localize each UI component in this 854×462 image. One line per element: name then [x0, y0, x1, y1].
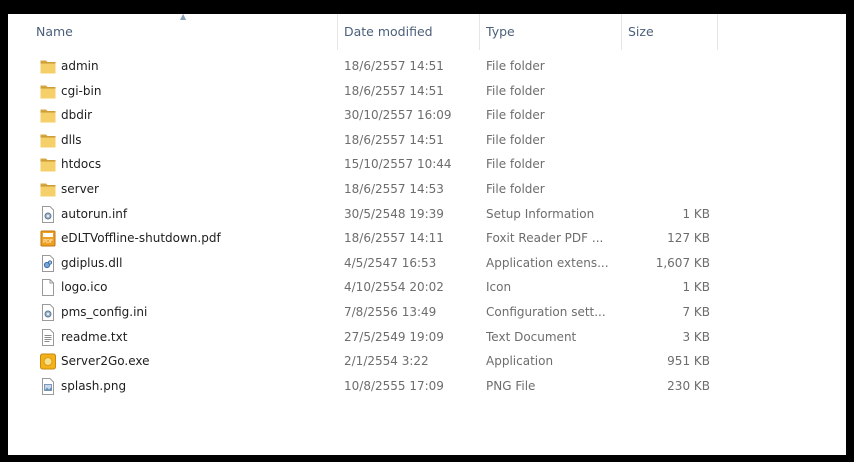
file-name: splash.png [61, 378, 127, 393]
column-header-size[interactable]: Size [622, 14, 718, 50]
svg-text:PDF: PDF [43, 239, 53, 245]
file-row[interactable]: cgi-bin 18/6/2557 14:51 File folder [30, 79, 720, 104]
folder-icon [40, 132, 56, 149]
file-row[interactable]: splash.png 10/8/2555 17:09 PNG File 230 KB [30, 374, 720, 399]
column-header-row: Name ▲ Date modified Type Size [8, 14, 846, 50]
file-date-modified: 15/10/2557 10:44 [344, 157, 452, 172]
pdf-file-icon: PDF [40, 230, 56, 247]
file-row[interactable]: logo.ico 4/10/2554 20:02 Icon 1 KB [30, 275, 720, 300]
file-name: cgi-bin [61, 83, 102, 98]
settings-file-icon [40, 304, 56, 321]
folder-icon [40, 107, 56, 124]
file-date-modified: 27/5/2549 19:09 [344, 329, 444, 344]
file-row[interactable]: admin 18/6/2557 14:51 File folder [30, 54, 720, 79]
file-size: 3 KB [682, 329, 710, 344]
file-date-modified: 18/6/2557 14:11 [344, 231, 444, 246]
settings-file-icon [40, 205, 56, 223]
file-date-modified: 18/6/2557 14:51 [344, 59, 444, 73]
file-explorer-window: Name ▲ Date modified Type Size admin 18/6… [8, 14, 846, 455]
file-date-modified: 18/6/2557 14:51 [344, 83, 444, 98]
file-type: Application extens... [486, 255, 609, 270]
file-size [628, 152, 710, 177]
file-row[interactable]: autorun.inf 30/5/2548 19:39 Setup Informat… [30, 202, 720, 227]
file-name: server [61, 182, 99, 196]
file-type: PNG File [486, 378, 536, 393]
file-name: dbdir [61, 108, 93, 123]
file-date-modified: 10/8/2555 17:09 [344, 378, 444, 393]
file-size [628, 79, 710, 104]
column-header-type[interactable]: Type [480, 14, 622, 50]
file-date-modified: 18/6/2557 14:51 [344, 132, 444, 147]
file-date-modified: 7/8/2556 13:49 [344, 305, 437, 319]
file-date-modified: 18/6/2557 14:53 [344, 182, 444, 196]
column-header-type-label: Type [486, 24, 515, 39]
file-name: Server2Go.exe [61, 354, 150, 369]
file-type: File folder [486, 132, 545, 147]
file-type: File folder [486, 83, 545, 98]
file-type: Text Document [486, 329, 577, 344]
file-type: Configuration sett... [486, 305, 606, 319]
file-row[interactable]: htdocs 15/10/2557 10:44 File folder [30, 152, 720, 177]
column-header-date-label: Date modified [344, 24, 433, 39]
file-size: 230 KB [667, 378, 710, 393]
file-type: File folder [486, 108, 545, 123]
file-size [628, 177, 710, 202]
file-row[interactable]: gdiplus.dll 4/5/2547 16:53 Application ext… [30, 251, 720, 276]
file-name: logo.ico [61, 280, 108, 295]
file-date-modified: 4/5/2547 16:53 [344, 255, 437, 270]
file-name: pms_config.ini [61, 305, 148, 319]
file-name: autorun.inf [61, 206, 128, 221]
file-size: 951 KB [667, 354, 710, 369]
column-header-name-label: Name [36, 24, 73, 39]
file-name: dlls [61, 132, 82, 147]
file-name: gdiplus.dll [61, 255, 123, 270]
file-row[interactable]: server 18/6/2557 14:53 File folder [30, 177, 720, 202]
file-type: Icon [486, 280, 512, 295]
folder-icon [40, 58, 56, 75]
dll-file-icon [40, 254, 56, 272]
file-size: 1 KB [682, 206, 710, 221]
file-size: 127 KB [667, 231, 710, 246]
file-type: File folder [486, 157, 545, 172]
window-border [846, 0, 854, 462]
file-date-modified: 30/10/2557 16:09 [344, 108, 452, 123]
file-date-modified: 4/10/2554 20:02 [344, 280, 444, 295]
folder-icon [40, 181, 56, 198]
file-name: htdocs [61, 157, 102, 172]
file-type: Foxit Reader PDF ... [486, 231, 604, 246]
file-row[interactable]: pms_config.ini 7/8/2556 13:49 Configuratio… [30, 300, 720, 325]
image-file-icon [40, 377, 56, 395]
file-type: File folder [486, 59, 545, 73]
file-row[interactable]: dlls 18/6/2557 14:51 File folder [30, 128, 720, 153]
file-row[interactable]: readme.txt 27/5/2549 19:09 Text Document 3 … [30, 325, 720, 350]
folder-icon [40, 83, 56, 100]
column-header-size-label: Size [628, 24, 654, 39]
file-row[interactable]: PDF eDLTVoffline-shutdown.pdf 18/6/2557 14… [30, 226, 720, 251]
file-size: 7 KB [682, 305, 710, 319]
file-size: 1,607 KB [655, 255, 710, 270]
file-name: eDLTVoffline-shutdown.pdf [61, 231, 221, 246]
file-date-modified: 30/5/2548 19:39 [344, 206, 444, 221]
file-size: 1 KB [682, 280, 710, 295]
file-size [628, 103, 710, 128]
sort-ascending-icon: ▲ [180, 14, 187, 21]
file-name: admin [61, 59, 99, 73]
file-date-modified: 2/1/2554 3:22 [344, 354, 429, 369]
text-file-icon [40, 328, 56, 346]
file-type: Setup Information [486, 206, 595, 221]
file-size [628, 128, 710, 153]
file-row[interactable]: dbdir 30/10/2557 16:09 File folder [30, 103, 720, 128]
blank-file-icon [40, 279, 56, 297]
folder-icon [40, 156, 56, 173]
exe-app-icon [40, 353, 56, 370]
column-header-date-modified[interactable]: Date modified [338, 14, 480, 50]
file-type: Application [486, 354, 554, 369]
file-name: readme.txt [61, 329, 128, 344]
file-size [628, 54, 710, 79]
file-type: File folder [486, 182, 545, 196]
file-row[interactable]: Server2Go.exe 2/1/2554 3:22 Application 951… [30, 349, 720, 374]
